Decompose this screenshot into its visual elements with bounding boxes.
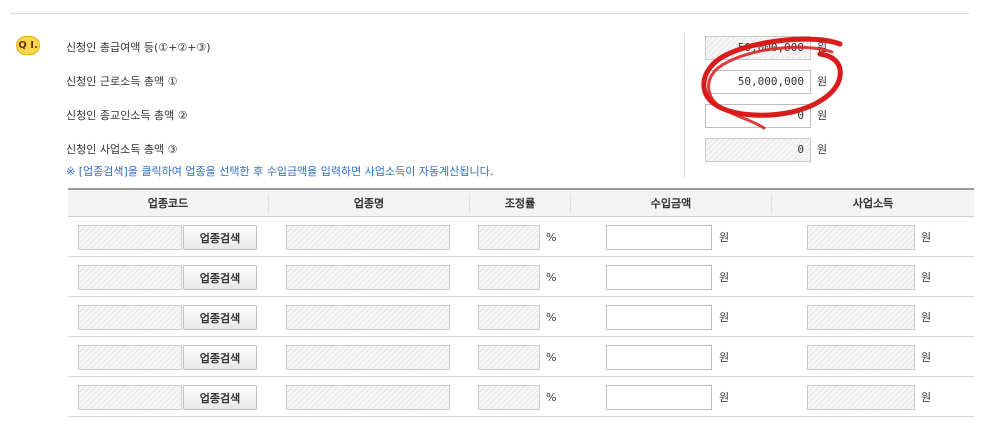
business-income-output	[807, 225, 915, 250]
won-unit: 원	[719, 311, 730, 324]
adjust-rate-field	[478, 225, 540, 250]
earned-income-field[interactable]: 50,000,000	[705, 70, 811, 94]
business-income-output	[807, 345, 915, 370]
revenue-input[interactable]	[606, 385, 712, 410]
won-unit: 원	[719, 271, 730, 284]
percent-unit: %	[546, 391, 557, 404]
religious-income-field[interactable]: 0	[705, 104, 811, 128]
info-note: ※ [업종검색]을 클릭하여 업종을 선택한 후 수입금액을 입력하면 사업소득…	[66, 165, 494, 178]
industry-search-button[interactable]: 업종검색	[183, 265, 257, 290]
adjust-rate-field	[478, 265, 540, 290]
adjust-rate-field	[478, 385, 540, 410]
industry-code-field	[78, 265, 182, 290]
percent-unit: %	[546, 351, 557, 364]
summary-label-business: 신청인 사업소득 총액 ③	[66, 143, 178, 156]
summary-label-total: 신청인 총급여액 등(①+②+③)	[66, 41, 211, 54]
won-unit: 원	[719, 231, 730, 244]
industry-code-field	[78, 345, 182, 370]
industry-code-field	[78, 305, 182, 330]
business-income-unit: 원	[817, 143, 828, 156]
header-revenue: 수입금액	[650, 197, 692, 210]
percent-unit: %	[546, 271, 557, 284]
won-unit: 원	[921, 351, 932, 364]
revenue-input[interactable]	[606, 265, 712, 290]
industry-name-field	[286, 225, 450, 250]
top-divider	[10, 13, 969, 14]
won-unit: 원	[921, 271, 932, 284]
header-rate: 조정률	[504, 197, 536, 210]
percent-unit: %	[546, 311, 557, 324]
table-row: 업종검색 % 원 원	[68, 217, 974, 257]
percent-unit: %	[546, 231, 557, 244]
total-income-field: 50,000,000	[705, 36, 811, 60]
industry-name-field	[286, 265, 450, 290]
won-unit: 원	[921, 231, 932, 244]
industry-name-field	[286, 345, 450, 370]
header-code: 업종코드	[147, 197, 189, 210]
religious-income-unit: 원	[817, 109, 828, 122]
won-unit: 원	[921, 311, 932, 324]
industry-name-field	[286, 305, 450, 330]
summary-label-religious: 신청인 종교인소득 총액 ②	[66, 109, 188, 122]
question-badge: Q I.	[16, 36, 40, 55]
industry-search-button[interactable]: 업종검색	[183, 225, 257, 250]
adjust-rate-field	[478, 305, 540, 330]
industry-search-button[interactable]: 업종검색	[183, 305, 257, 330]
table-row: 업종검색 % 원 원	[68, 337, 974, 377]
revenue-input[interactable]	[606, 225, 712, 250]
adjust-rate-field	[478, 345, 540, 370]
total-income-unit: 원	[817, 41, 828, 54]
table-header: 업종코드 업종명 조정률 수입금액 사업소득	[68, 188, 974, 217]
won-unit: 원	[921, 391, 932, 404]
summary-divider	[684, 34, 685, 178]
table-row: 업종검색 % 원 원	[68, 297, 974, 337]
business-income-table: 업종코드 업종명 조정률 수입금액 사업소득 업종검색 % 원 원 업종검색 %…	[68, 188, 974, 417]
revenue-input[interactable]	[606, 345, 712, 370]
table-row: 업종검색 % 원 원	[68, 257, 974, 297]
industry-name-field	[286, 385, 450, 410]
header-name: 업종명	[353, 197, 385, 210]
business-income-field: 0	[705, 138, 811, 162]
header-income: 사업소득	[852, 197, 894, 210]
revenue-input[interactable]	[606, 305, 712, 330]
won-unit: 원	[719, 391, 730, 404]
industry-search-button[interactable]: 업종검색	[183, 345, 257, 370]
won-unit: 원	[719, 351, 730, 364]
table-row: 업종검색 % 원 원	[68, 377, 974, 417]
industry-code-field	[78, 225, 182, 250]
business-income-output	[807, 305, 915, 330]
summary-label-earned: 신청인 근로소득 총액 ①	[66, 75, 178, 88]
industry-code-field	[78, 385, 182, 410]
industry-search-button[interactable]: 업종검색	[183, 385, 257, 410]
business-income-output	[807, 385, 915, 410]
business-income-output	[807, 265, 915, 290]
earned-income-unit: 원	[817, 75, 828, 88]
